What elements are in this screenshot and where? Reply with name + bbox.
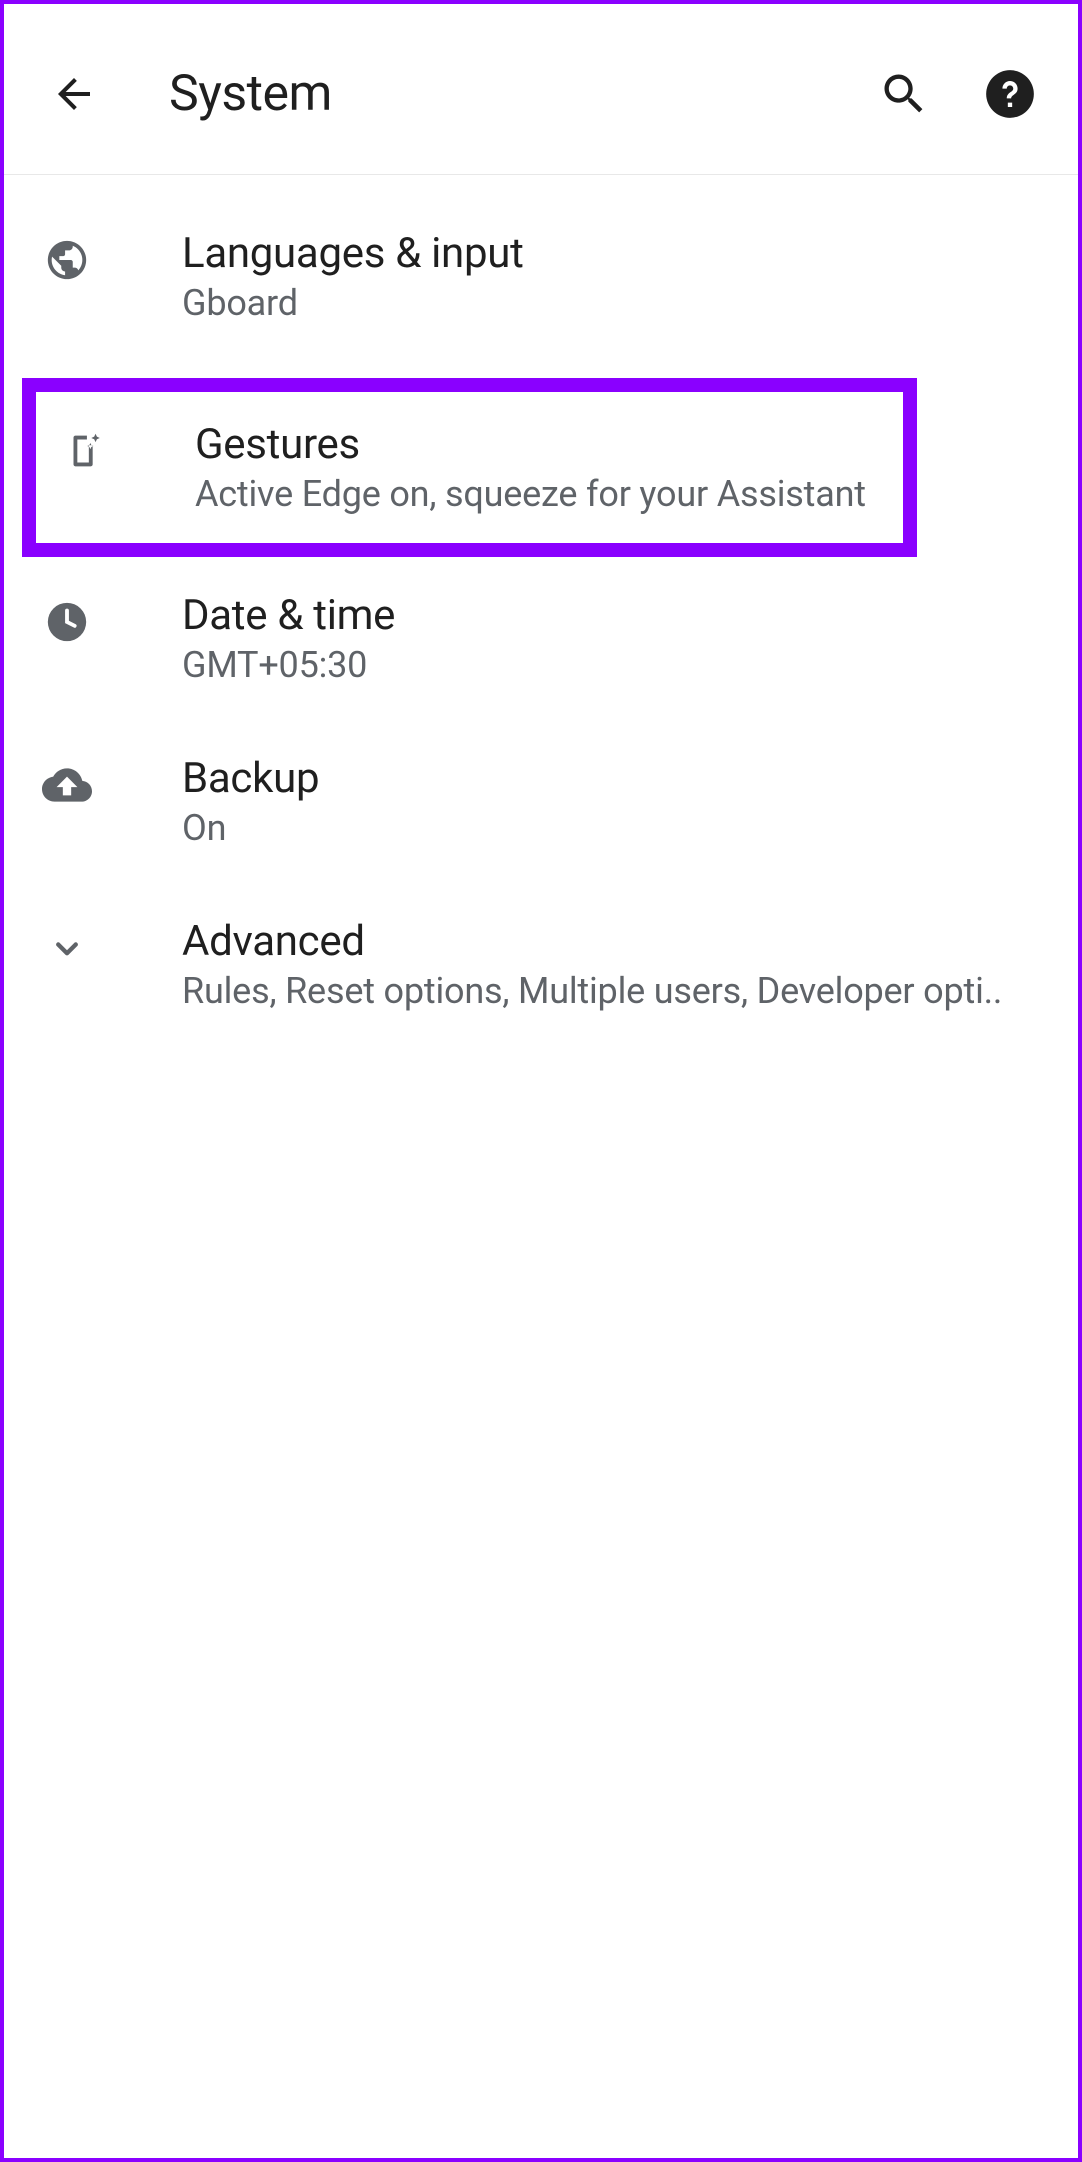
settings-list: Languages & input Gboard Gestures Active… (4, 175, 1078, 1046)
header: System (4, 4, 1078, 175)
setting-title: Advanced (182, 917, 1038, 966)
search-button[interactable] (876, 66, 932, 122)
setting-item-backup[interactable]: Backup On (4, 720, 1078, 883)
highlight-annotation: Gestures Active Edge on, squeeze for you… (22, 378, 917, 557)
setting-subtitle: Gboard (182, 282, 1038, 324)
setting-item-gestures[interactable]: Gestures Active Edge on, squeeze for you… (4, 358, 1078, 557)
search-icon (878, 68, 930, 120)
arrow-back-icon (50, 70, 98, 118)
globe-icon (42, 235, 92, 285)
chevron-down-icon (42, 923, 92, 973)
setting-title: Backup (182, 754, 1038, 803)
header-actions (876, 66, 1038, 122)
page-title: System (169, 65, 876, 123)
help-icon (984, 68, 1036, 120)
setting-subtitle: On (182, 807, 1038, 849)
back-button[interactable] (44, 64, 104, 124)
setting-title: Languages & input (182, 229, 1038, 278)
setting-title: Date & time (182, 591, 1038, 640)
setting-item-languages[interactable]: Languages & input Gboard (4, 195, 1078, 358)
clock-icon (42, 597, 92, 647)
setting-item-advanced[interactable]: Advanced Rules, Reset options, Multiple … (4, 883, 1078, 1046)
help-button[interactable] (982, 66, 1038, 122)
setting-title: Gestures (195, 420, 877, 469)
setting-subtitle: GMT+05:30 (182, 644, 1038, 686)
cloud-upload-icon (42, 760, 92, 810)
setting-subtitle: Rules, Reset options, Multiple users, De… (182, 970, 1038, 1012)
setting-subtitle: Active Edge on, squeeze for your Assista… (195, 473, 877, 515)
gesture-icon (60, 426, 110, 476)
setting-item-datetime[interactable]: Date & time GMT+05:30 (4, 557, 1078, 720)
